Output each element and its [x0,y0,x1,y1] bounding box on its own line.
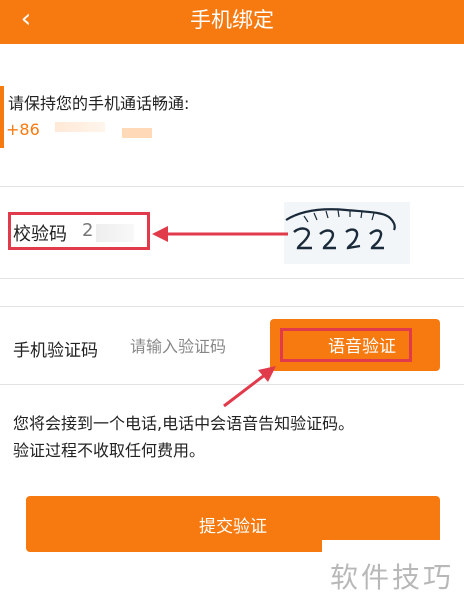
top-bar: ‹ 手机绑定 [0,0,464,44]
notice-text: 您将会接到一个电话,电话中会语音告知验证码。 验证过程不收取任何费用。 [13,410,453,464]
captcha-input[interactable]: 2 [82,220,93,241]
blurred-number [55,122,105,132]
captcha-image[interactable] [284,202,410,264]
captcha-label: 校验码 [13,224,67,245]
phone-hint: 请保持您的手机通话畅通: [8,94,190,113]
sms-code-input[interactable] [130,332,260,360]
phone-number: +86 [6,120,40,139]
phone-info: 请保持您的手机通话畅通: +86 [0,80,464,150]
accent-bar [0,86,4,148]
page-title: 手机绑定 [190,8,274,32]
divider [0,278,464,279]
watermark: 软件技巧 [330,561,455,594]
notice-line: 您将会接到一个电话,电话中会语音告知验证码。 [13,414,355,433]
notice-line: 验证过程不收取任何费用。 [13,441,206,460]
blurred-number [122,128,152,138]
voice-verify-label: 语音验证 [328,337,396,357]
blurred-value [96,224,134,242]
submit-label: 提交验证 [199,517,267,537]
sms-code-label: 手机验证码 [13,341,98,361]
annotation-arrow [223,366,276,408]
voice-verify-button[interactable]: 语音验证 [270,319,440,371]
captcha-glyphs [285,208,396,250]
annotation-arrow [152,226,288,242]
